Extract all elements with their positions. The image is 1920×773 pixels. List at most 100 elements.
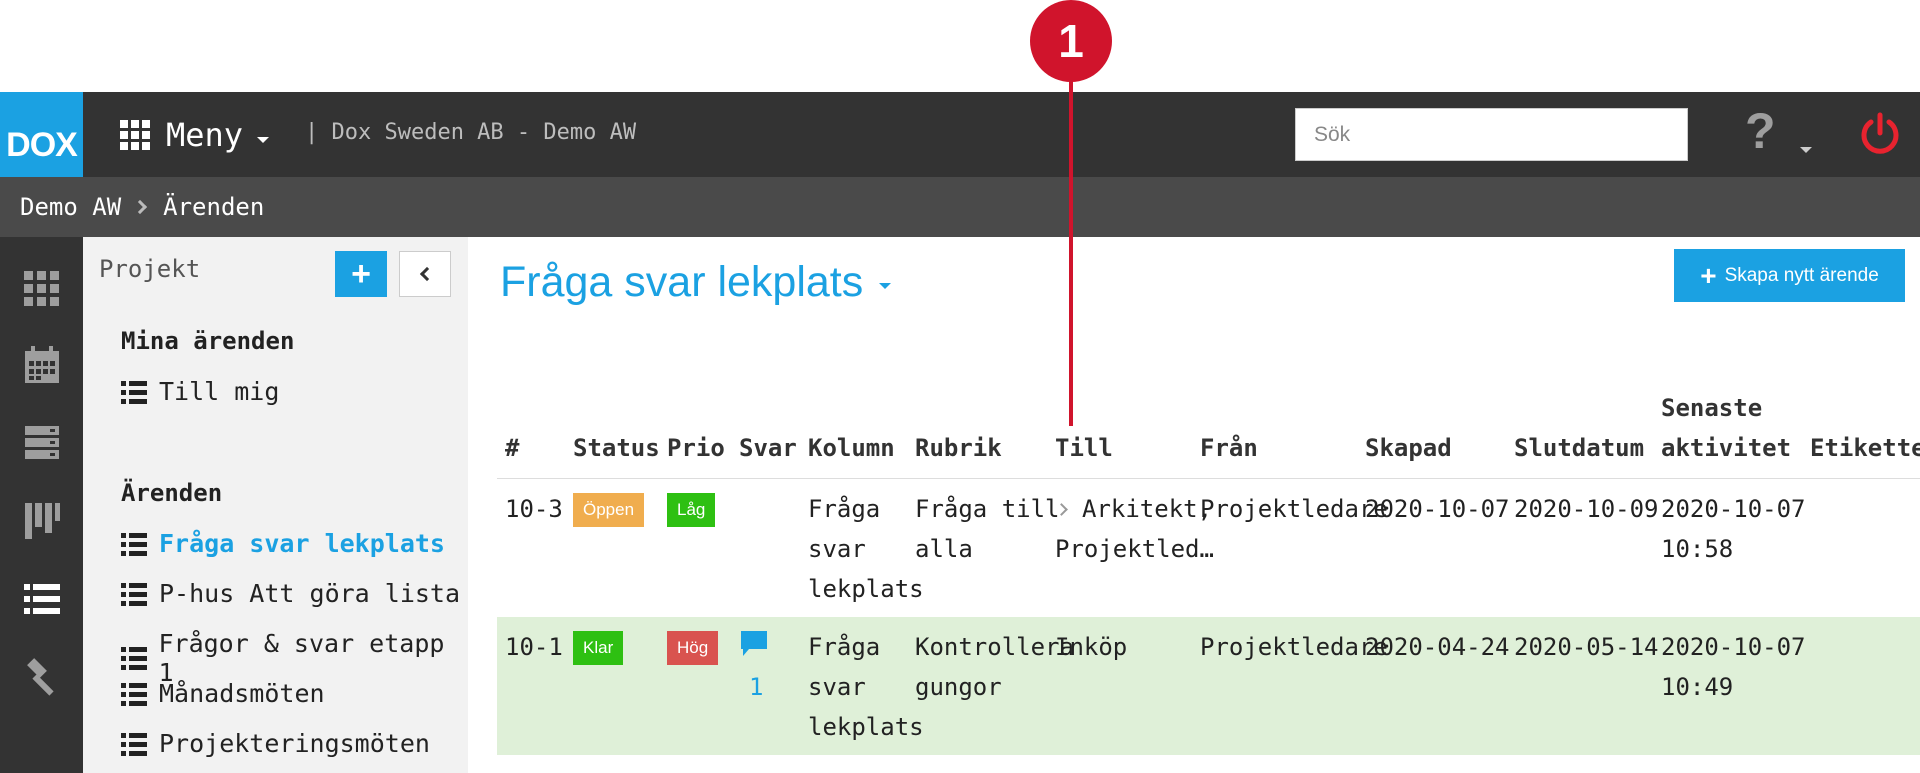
create-issue-label: Skapa nytt ärende: [1724, 264, 1879, 286]
list-icon: [121, 646, 147, 670]
chevron-left-icon: [419, 266, 435, 282]
cell-till-2: Projektled…: [1055, 535, 1214, 563]
comment-icon[interactable]: [739, 629, 769, 659]
sidebar-item-fraga-svar-lekplats[interactable]: Fråga svar lekplats: [121, 529, 445, 558]
sidebar-item-label: Projekteringsmöten: [159, 729, 430, 758]
col-status[interactable]: Status: [573, 428, 660, 468]
cell-till-1: Arkitekt,: [1055, 489, 1213, 529]
cell-kolumn-2: svar: [808, 535, 866, 563]
cell-till-1: Inköp: [1055, 633, 1128, 661]
help-icon: ?: [1745, 103, 1776, 159]
col-skapad[interactable]: Skapad: [1365, 428, 1452, 468]
col-senaste-line2[interactable]: aktivitet: [1661, 428, 1791, 468]
list-icon: [121, 582, 147, 606]
collapse-sidebar-button[interactable]: [399, 251, 451, 297]
table-row[interactable]: 10-1 Klar Hög 1 Fråga svar lekplats Kont…: [497, 617, 1920, 755]
project-sidebar: Projekt + Mina ärenden Till mig Ärenden …: [83, 237, 468, 773]
cell-rubrik-2: gungor: [915, 673, 1002, 701]
help-button[interactable]: ?: [1745, 102, 1776, 160]
power-icon[interactable]: [1858, 112, 1902, 156]
menu-button[interactable]: Meny: [120, 114, 270, 156]
company-name: | Dox Sweden AB - Demo AW: [305, 120, 637, 145]
col-fran[interactable]: Från: [1200, 428, 1258, 468]
col-svar[interactable]: Svar: [739, 428, 797, 468]
add-project-button[interactable]: +: [335, 251, 387, 297]
col-kolumn[interactable]: Kolumn: [808, 428, 895, 468]
list-icon: [121, 532, 147, 556]
cell-id: 10-3: [505, 495, 563, 523]
cell-skapad: 2020-04-24: [1365, 633, 1510, 661]
list-icon: [121, 732, 147, 756]
cell-slutdatum: 2020-05-14: [1514, 633, 1659, 661]
chevron-right-icon[interactable]: [1055, 503, 1068, 516]
chevron-down-icon: [879, 282, 892, 289]
search-input[interactable]: [1295, 108, 1688, 161]
annotation-line: [1069, 80, 1073, 426]
menu-label: Meny: [166, 116, 244, 154]
plus-icon: +: [351, 254, 371, 293]
col-till[interactable]: Till: [1055, 428, 1113, 468]
status-badge: Klar: [573, 631, 624, 665]
hammer-icon[interactable]: [22, 657, 62, 697]
sidebar-item-label: Fråga svar lekplats: [159, 529, 445, 558]
col-prio[interactable]: Prio: [667, 428, 725, 468]
reply-count[interactable]: 1: [749, 667, 763, 707]
col-rubrik[interactable]: Rubrik: [915, 428, 1002, 468]
prio-badge: Hög: [667, 631, 719, 665]
breadcrumb-section: Ärenden: [163, 193, 265, 221]
sidebar-item-label: Till mig: [159, 377, 280, 406]
sidebar-title: Projekt: [99, 255, 201, 283]
cell-till-text: Arkitekt,: [1082, 495, 1213, 523]
cell-kolumn-1: Fråga: [808, 633, 881, 661]
breadcrumb-project[interactable]: Demo AW: [20, 193, 121, 221]
sidebar-item-p-hus[interactable]: P-hus Att göra lista: [121, 579, 460, 608]
annotation-marker: 1: [1030, 0, 1112, 82]
cell-fran: Projektledare: [1200, 633, 1388, 661]
cell-senaste-time: 10:49: [1661, 673, 1734, 701]
sidebar-item-manadsmoten[interactable]: Månadsmöten: [121, 679, 325, 708]
cell-slutdatum: 2020-10-09: [1514, 495, 1659, 523]
sidebar-item-label: Månadsmöten: [159, 679, 325, 708]
cell-id: 10-1: [505, 633, 563, 661]
page-title[interactable]: Fråga svar lekplats: [500, 258, 892, 307]
annotation-number: 1: [1058, 15, 1084, 67]
chevron-down-icon: [257, 137, 270, 143]
col-etiketter[interactable]: Etiketter: [1810, 428, 1920, 468]
dox-logo[interactable]: DOX: [0, 92, 83, 177]
logo-text: DOX: [6, 126, 78, 164]
arenden-heading: Ärenden: [121, 479, 223, 507]
create-issue-button[interactable]: + Skapa nytt ärende: [1674, 249, 1905, 302]
cell-kolumn-3: lekplats: [808, 713, 924, 741]
mina-arenden-heading: Mina ärenden: [121, 327, 295, 355]
sidebar-item-projekteringsmoten[interactable]: Projekteringsmöten: [121, 729, 430, 758]
page-title-text: Fråga svar lekplats: [500, 258, 864, 306]
cell-kolumn-1: Fråga: [808, 495, 881, 523]
cell-senaste-time: 10:58: [1661, 535, 1734, 563]
col-number[interactable]: #: [505, 428, 519, 468]
sidebar-item-till-mig[interactable]: Till mig: [121, 377, 279, 406]
col-slutdatum[interactable]: Slutdatum: [1514, 428, 1644, 468]
cell-senaste-date: 2020-10-07: [1661, 495, 1806, 523]
apps-icon[interactable]: [22, 269, 62, 309]
calendar-icon[interactable]: [22, 345, 62, 385]
list-icon: [121, 380, 147, 404]
prio-badge: Låg: [667, 493, 716, 527]
cell-fran: Projektledare: [1200, 495, 1388, 523]
cell-senaste-date: 2020-10-07: [1661, 633, 1806, 661]
apps-grid-icon: [120, 120, 150, 150]
cell-kolumn-3: lekplats: [808, 575, 924, 603]
top-bar: DOX Meny | Dox Sweden AB - Demo AW ?: [0, 92, 1920, 177]
table-row[interactable]: 10-3 Öppen Låg Fråga svar lekplats Fråga…: [497, 479, 1920, 607]
list-icon[interactable]: [22, 579, 62, 619]
status-badge: Öppen: [573, 493, 645, 527]
kanban-icon[interactable]: [22, 501, 62, 541]
breadcrumb: Demo AW Ärenden: [0, 177, 1920, 237]
sidebar-item-label: P-hus Att göra lista: [159, 579, 461, 608]
server-icon[interactable]: [22, 423, 62, 463]
chevron-right-icon: [133, 199, 148, 215]
col-senaste-line1[interactable]: Senaste: [1661, 388, 1762, 428]
cell-rubrik-1: Kontrollera: [915, 633, 1074, 661]
cell-rubrik-2: alla: [915, 535, 973, 563]
list-icon: [121, 682, 147, 706]
cell-rubrik-1: Fråga till: [915, 495, 1060, 523]
